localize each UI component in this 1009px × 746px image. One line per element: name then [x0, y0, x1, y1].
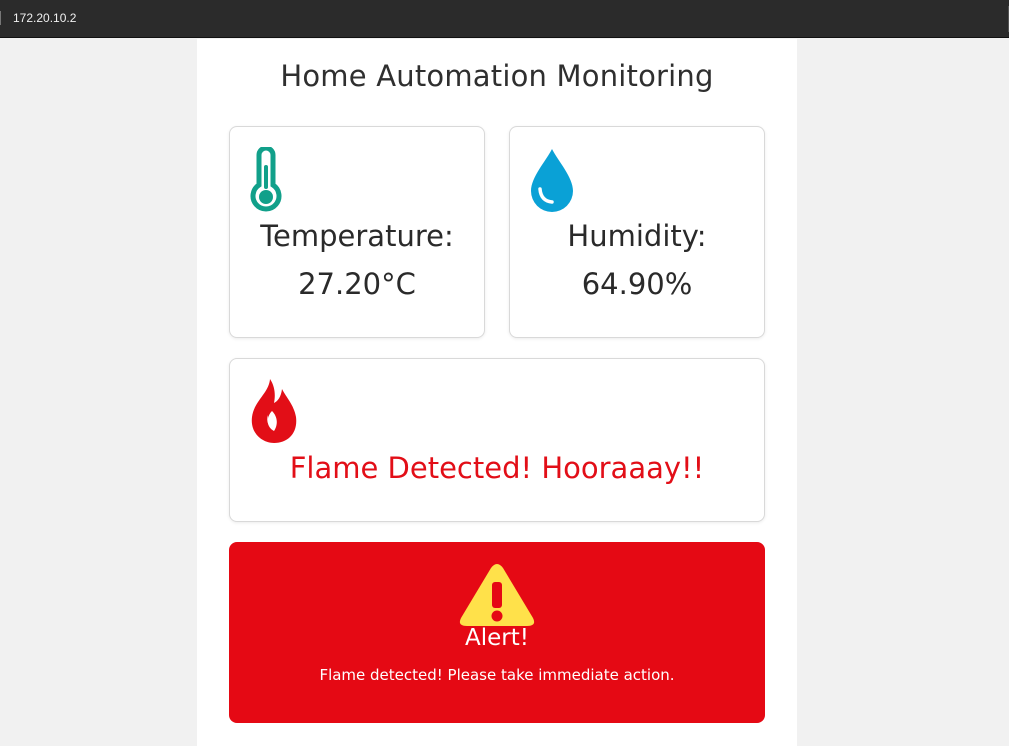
- temperature-value: 27.20°C: [298, 267, 416, 301]
- alert-title: Alert!: [465, 625, 529, 651]
- flame-status: Flame Detected! Hooraaay!!: [289, 451, 705, 485]
- page-title: Home Automation Monitoring: [280, 59, 714, 93]
- flame-card: Flame Detected! Hooraaay!!: [229, 358, 765, 522]
- alert-panel: Alert! Flame detected! Please take immed…: [229, 542, 765, 723]
- flame-icon: [251, 379, 297, 443]
- page-content: Home Automation Monitoring Temperature: …: [197, 39, 797, 746]
- address-bar[interactable]: 172.20.10.2: [13, 10, 76, 26]
- bar-edge: [0, 11, 1, 25]
- humidity-value: 64.90%: [581, 267, 693, 301]
- thermometer-icon: [250, 147, 282, 212]
- browser-bar: 172.20.10.2: [0, 0, 1009, 38]
- alert-message: Flame detected! Please take immediate ac…: [319, 666, 675, 684]
- humidity-label: Humidity:: [567, 219, 707, 253]
- temperature-card: Temperature: 27.20°C: [229, 126, 485, 338]
- humidity-card: Humidity: 64.90%: [509, 126, 765, 338]
- temperature-label: Temperature:: [260, 219, 454, 253]
- water-drop-icon: [531, 149, 573, 212]
- warning-icon: [459, 564, 535, 626]
